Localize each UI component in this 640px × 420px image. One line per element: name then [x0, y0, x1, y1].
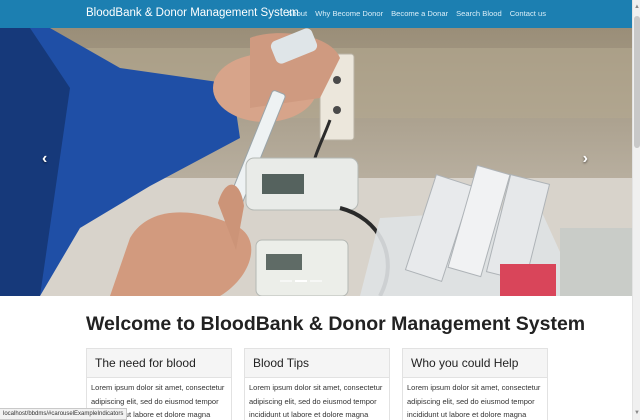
card-blood-tips: Blood Tips Lorem ipsum dolor sit amet, c… — [244, 348, 390, 420]
card-title: The need for blood — [87, 349, 231, 378]
nav-link-about[interactable]: About — [287, 9, 307, 18]
scroll-down-icon[interactable]: ▼ — [633, 408, 640, 418]
nav-link-search-blood[interactable]: Search Blood — [456, 9, 502, 18]
carousel-next-icon[interactable]: › — [583, 150, 588, 168]
carousel-indicator[interactable] — [280, 280, 292, 282]
nav-link-become-a-donar[interactable]: Become a Donar — [391, 9, 448, 18]
nav-link-why-become-donor[interactable]: Why Become Donor — [315, 9, 383, 18]
nav-link-contact-us[interactable]: Contact us — [510, 9, 546, 18]
scrollbar-thumb[interactable] — [634, 16, 640, 148]
navbar: BloodBank & Donor Management System Abou… — [0, 0, 632, 28]
brand-logo-text[interactable]: BloodBank & Donor Management System — [86, 7, 299, 19]
browser-status-url: localhost/bbdms/#carouselExampleIndicato… — [0, 408, 128, 420]
card-text: Lorem ipsum dolor sit amet, consectetur … — [249, 383, 383, 420]
carousel-slide-image — [0, 28, 632, 296]
carousel-prev-icon[interactable]: ‹ — [42, 150, 47, 168]
scroll-up-icon[interactable]: ▲ — [633, 2, 640, 12]
nav-links: About Why Become Donor Become a Donar Se… — [287, 9, 546, 18]
carousel-indicator-active[interactable] — [295, 280, 307, 282]
info-cards: The need for blood Lorem ipsum dolor sit… — [86, 348, 548, 420]
carousel-indicators — [280, 280, 322, 282]
page-scrollbar[interactable]: ▲ ▼ — [632, 0, 640, 420]
card-title: Who you could Help — [403, 349, 547, 378]
page: BloodBank & Donor Management System Abou… — [0, 0, 640, 420]
card-title: Blood Tips — [245, 349, 389, 378]
welcome-title: Welcome to BloodBank & Donor Management … — [86, 313, 586, 335]
carousel-indicator[interactable] — [310, 280, 322, 282]
hero-carousel[interactable]: ‹ › — [0, 28, 632, 296]
card-who-you-could-help: Who you could Help Lorem ipsum dolor sit… — [402, 348, 548, 420]
card-text: Lorem ipsum dolor sit amet, consectetur … — [407, 383, 541, 420]
